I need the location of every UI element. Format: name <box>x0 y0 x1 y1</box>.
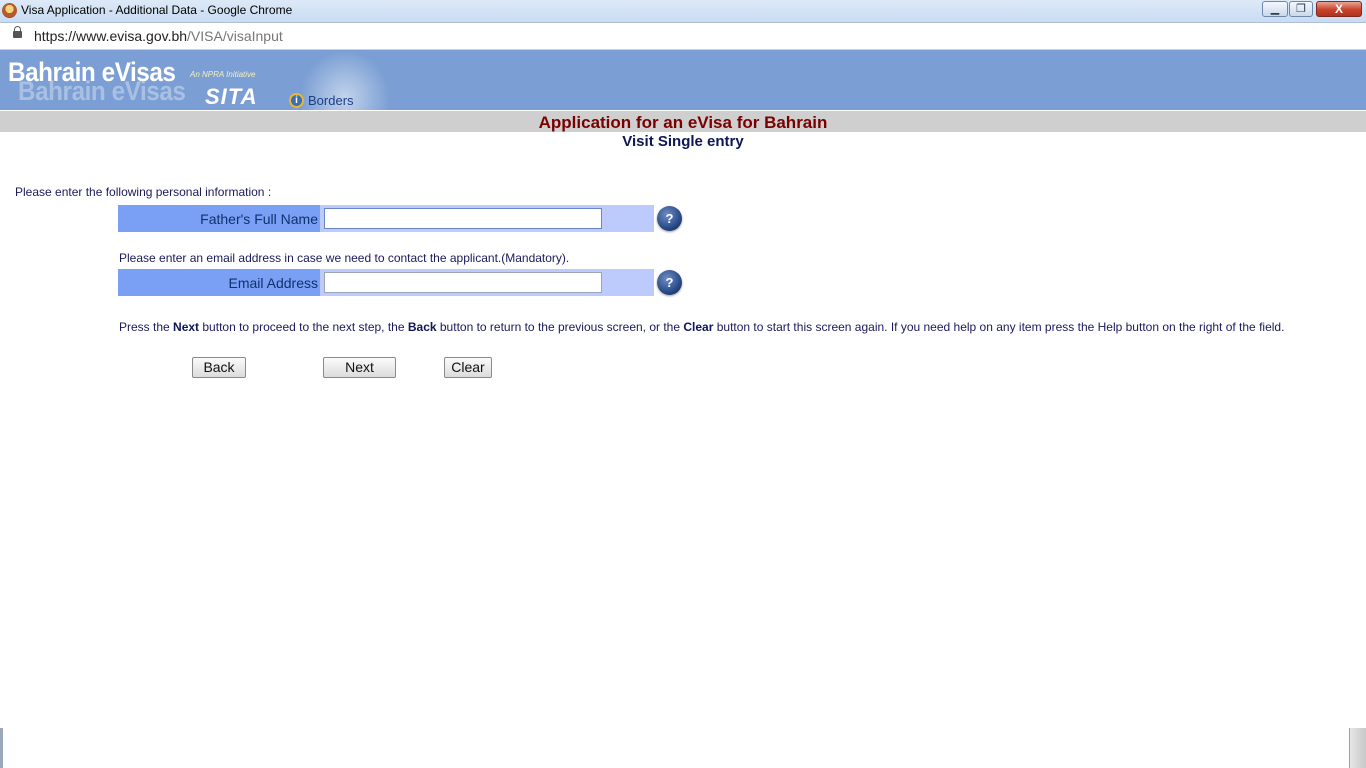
bahrain-emblem-icon <box>2 3 17 18</box>
page-title: Application for an eVisa for Bahrain <box>538 113 828 132</box>
instructions-clear: Clear <box>683 320 714 334</box>
fathers-name-row: Father's Full Name <box>118 205 654 232</box>
url-path: /VISA/visaInput <box>187 28 283 44</box>
instructions: Press the Next button to proceed to the … <box>119 320 1349 335</box>
email-note: Please enter an email address in case we… <box>119 251 570 265</box>
minimize-button[interactable]: ▁ <box>1262 1 1288 17</box>
next-button[interactable]: Next <box>323 357 396 378</box>
site-banner: Bahrain eVisas Bahrain eVisas An NPRA In… <box>0 50 1366 110</box>
back-button[interactable]: Back <box>192 357 246 378</box>
fathers-name-input[interactable] <box>324 208 602 229</box>
instructions-next: Next <box>173 320 200 334</box>
bahrain-evisas-logo: Bahrain eVisas <box>8 57 176 87</box>
url-host: https://www.evisa.gov.bh <box>34 28 188 44</box>
window-title: Visa Application - Additional Data - Goo… <box>21 3 293 17</box>
instructions-text-1: Press the <box>119 320 174 334</box>
page-subtitle: Visit Single entry <box>622 133 744 150</box>
logo-tagline: An NPRA Initiative <box>190 70 256 79</box>
fathers-name-help-icon[interactable]: ? <box>657 206 682 231</box>
window-titlebar: Visa Application - Additional Data - Goo… <box>0 0 1366 23</box>
fathers-name-label: Father's Full Name <box>200 211 318 227</box>
email-label: Email Address <box>228 275 318 291</box>
scrollbar-thumb[interactable] <box>1349 728 1366 768</box>
window-left-edge <box>0 728 3 768</box>
instructions-text-4: button to start this screen again. If yo… <box>713 320 1285 334</box>
instructions-back: Back <box>407 320 437 334</box>
instructions-text-2: button to proceed to the next step, the <box>199 320 408 334</box>
address-bar[interactable]: https://www.evisa.gov.bh/VISA/visaInput <box>0 23 1366 50</box>
email-row: Email Address <box>118 269 654 296</box>
fathers-name-input-cell <box>320 205 654 232</box>
clear-button[interactable]: Clear <box>444 357 492 378</box>
close-button[interactable]: X <box>1316 1 1362 17</box>
info-icon: i <box>289 93 304 108</box>
email-input-cell <box>320 269 654 296</box>
form-intro: Please enter the following personal info… <box>15 185 272 199</box>
iborders-logo: Borders <box>308 93 354 108</box>
sita-logo: SITA <box>205 84 258 109</box>
email-input[interactable] <box>324 272 602 293</box>
email-label-cell: Email Address <box>118 269 320 296</box>
fathers-name-label-cell: Father's Full Name <box>118 205 320 232</box>
lock-icon <box>13 26 22 38</box>
email-help-icon[interactable]: ? <box>657 270 682 295</box>
url-text[interactable]: https://www.evisa.gov.bh/VISA/visaInput <box>34 28 283 44</box>
instructions-text-3: button to return to the previous screen,… <box>436 320 684 334</box>
maximize-button[interactable]: ❐ <box>1289 1 1313 17</box>
